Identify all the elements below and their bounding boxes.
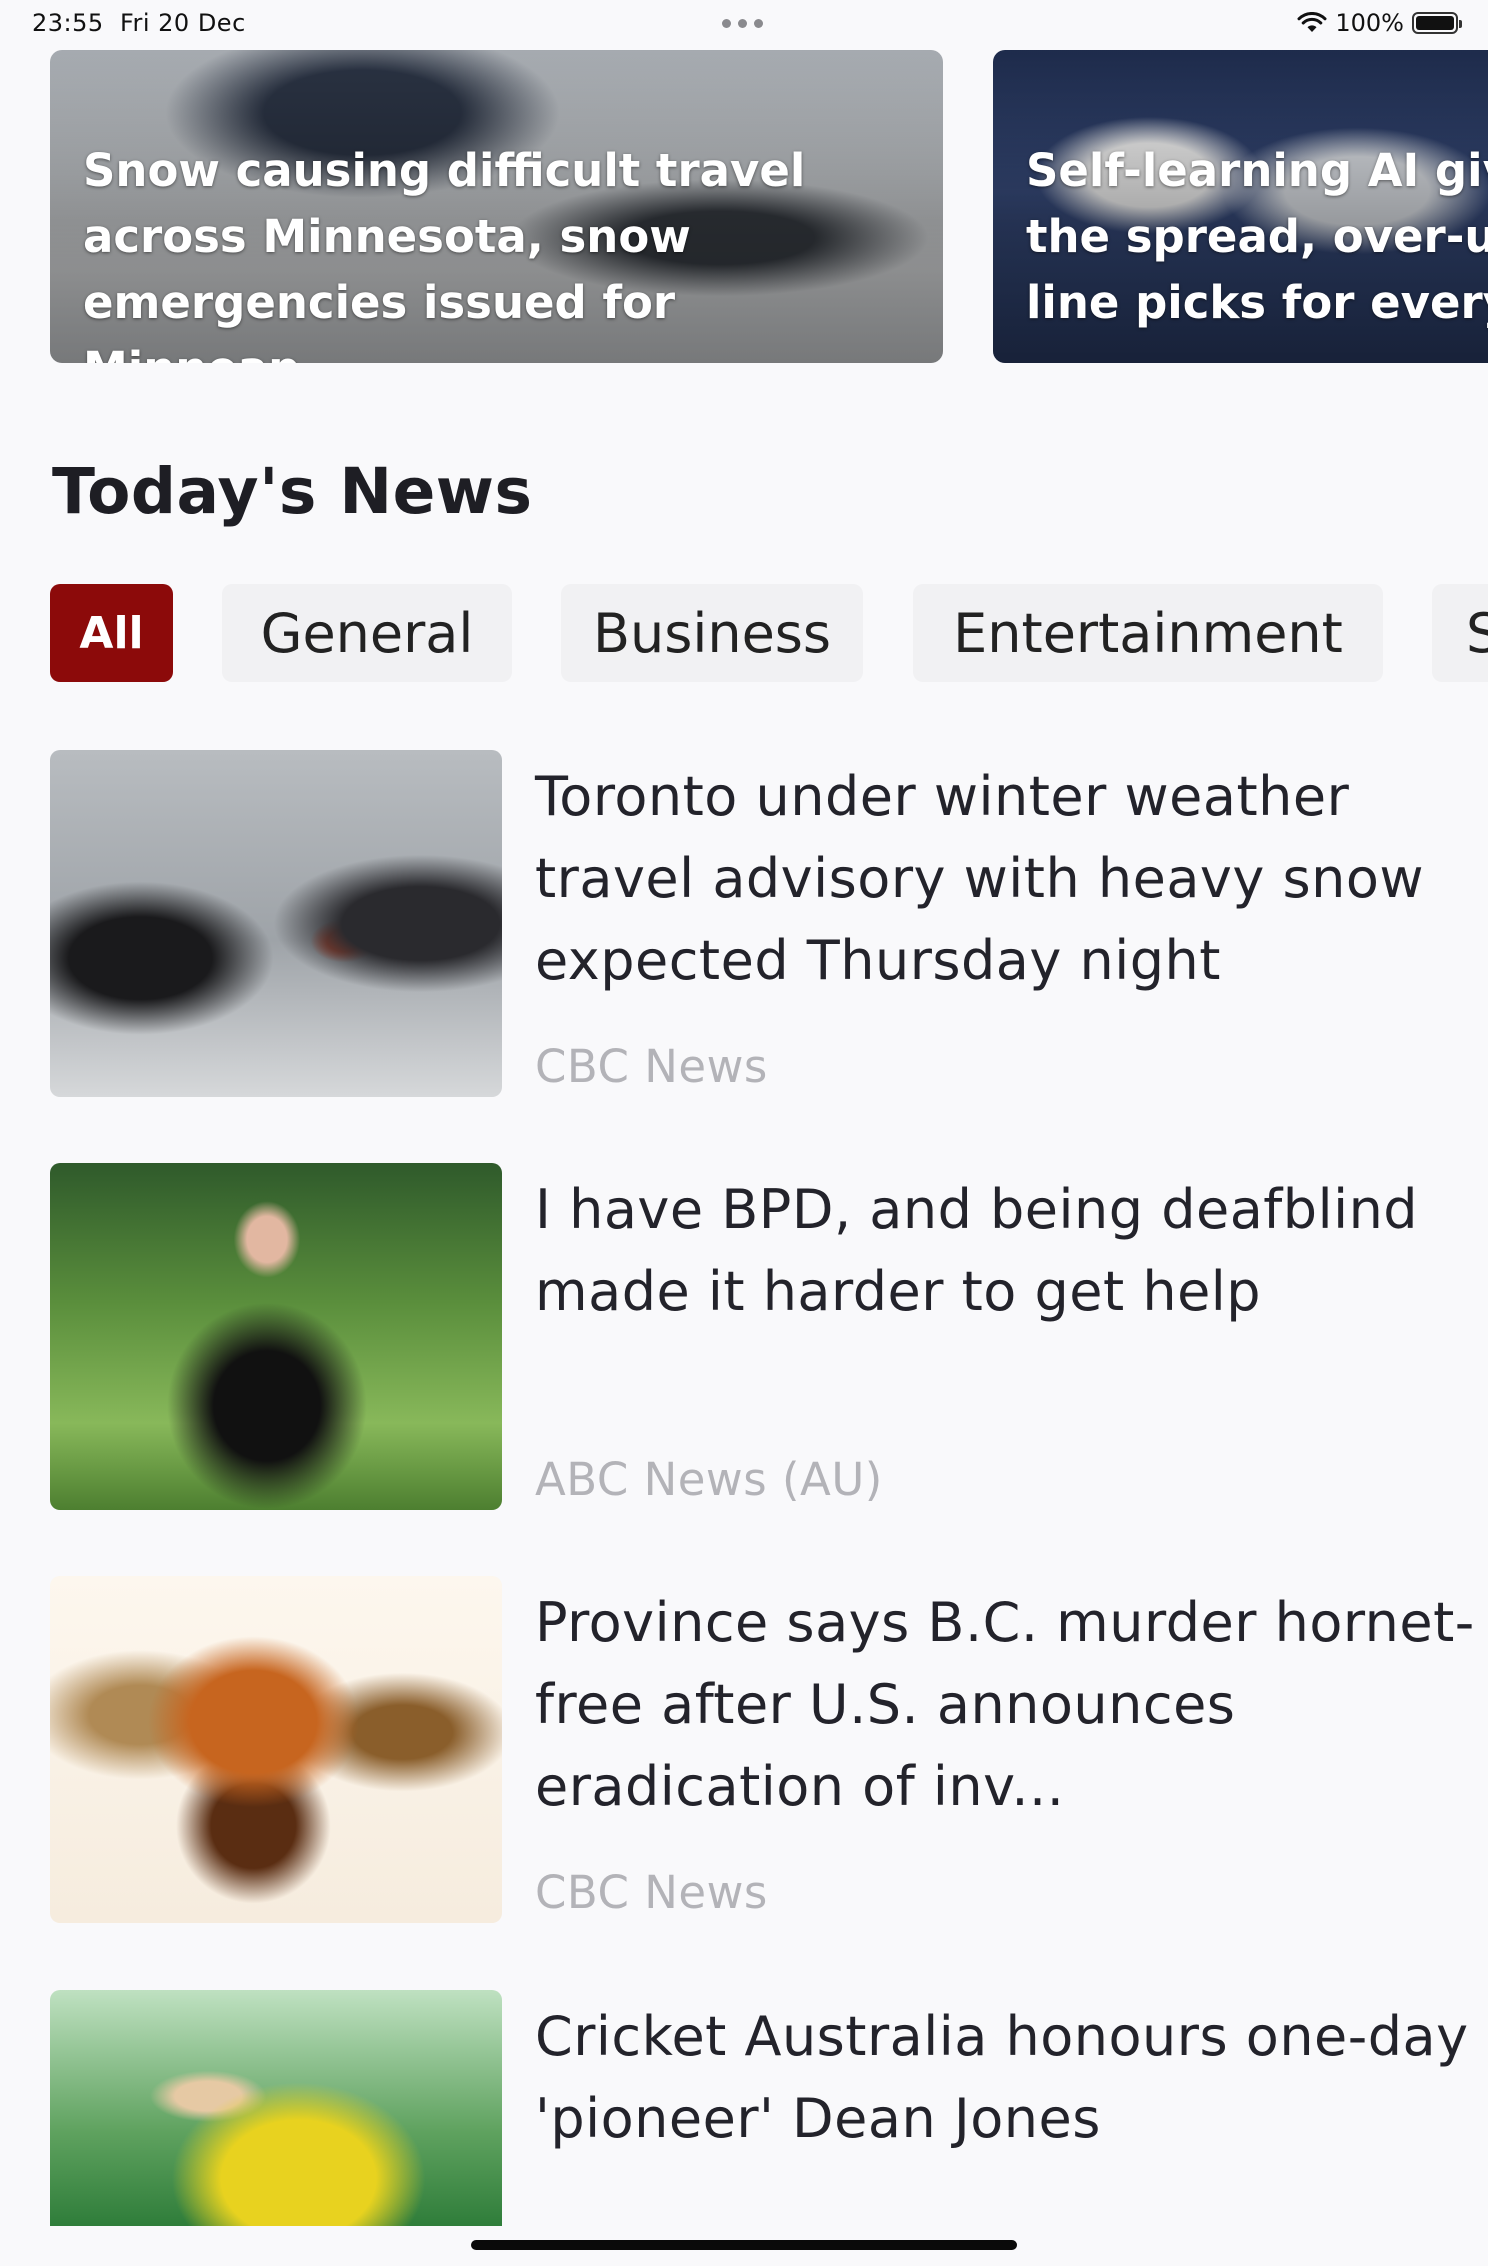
featured-title: Self-learning AI give the spread, over-u… (1026, 144, 1488, 329)
tab-general[interactable]: General (222, 584, 512, 682)
news-thumbnail (50, 1990, 502, 2226)
news-item[interactable]: Cricket Australia honours one-day 'pione… (50, 1990, 1468, 2226)
featured-card[interactable]: Snow causing difficult travel across Min… (50, 50, 943, 363)
section-title: Today's News (52, 455, 533, 528)
news-source: ABC News (AU) (535, 1453, 883, 1506)
multitasking-dots-icon[interactable] (722, 19, 766, 29)
tab-entertainment[interactable]: Entertainment (913, 584, 1383, 682)
news-thumbnail (50, 1576, 502, 1923)
news-source: CBC News (535, 1866, 768, 1919)
home-indicator[interactable] (471, 2240, 1017, 2250)
tab-business[interactable]: Business (561, 584, 863, 682)
news-thumbnail (50, 1163, 502, 1510)
battery-icon (1412, 12, 1462, 34)
status-bar: 23:55 Fri 20 Dec 100% (0, 0, 1488, 46)
news-item[interactable]: Toronto under winter weather travel advi… (50, 750, 1450, 1097)
news-headline: Province says B.C. murder hornet-free af… (535, 1591, 1475, 1818)
news-headline: Toronto under winter weather travel advi… (535, 765, 1425, 992)
tab-all[interactable]: All (50, 584, 173, 682)
battery-percent: 100% (1335, 9, 1404, 37)
featured-card[interactable]: Self-learning AI give the spread, over-u… (993, 50, 1488, 363)
featured-title: Snow causing difficult travel across Min… (83, 144, 806, 363)
news-thumbnail (50, 750, 502, 1097)
tab-more[interactable]: S (1432, 584, 1488, 682)
news-item[interactable]: Province says B.C. murder hornet-free af… (50, 1576, 1474, 1923)
news-source: CBC News (535, 1040, 768, 1093)
news-headline: Cricket Australia honours one-day 'pione… (535, 2005, 1469, 2150)
status-time: 23:55 Fri 20 Dec (32, 9, 246, 37)
category-tabs: All General Business Entertainment S (50, 584, 1488, 682)
status-indicators: 100% (1297, 8, 1462, 38)
wifi-icon (1297, 12, 1327, 32)
news-headline: I have BPD, and being deafblind made it … (535, 1178, 1419, 1323)
news-item[interactable]: I have BPD, and being deafblind made it … (50, 1163, 1450, 1510)
